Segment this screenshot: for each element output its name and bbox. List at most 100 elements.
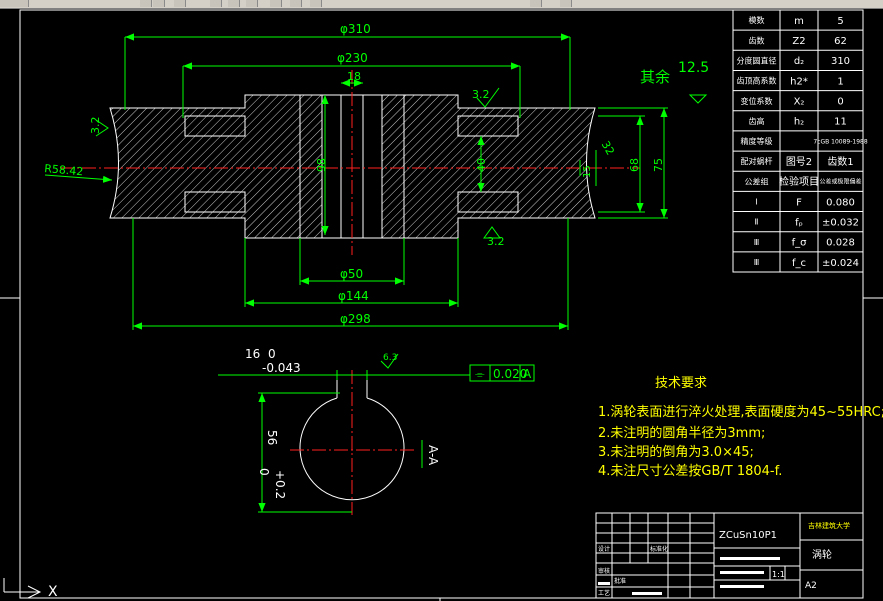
- param-cell-r3-c2: 1: [837, 76, 843, 87]
- tb-label-design: 设计: [598, 545, 610, 553]
- param-cell-r7-c0: 配对蜗杆: [741, 156, 773, 166]
- toolbar-icon-7[interactable]: [270, 0, 282, 7]
- tb-school: 吉林建筑大学: [808, 521, 850, 530]
- menu-tools[interactable]: [0, 0, 29, 7]
- title-block: ZCuSn10P1 吉林建筑大学 涡轮 1:1 A2 设计 标准化 审核 工艺 …: [595, 512, 864, 599]
- tb-material: ZCuSn10P1: [719, 530, 777, 541]
- dim-h98: 98: [315, 158, 328, 172]
- param-cell-r5-c0: 齿高: [749, 116, 765, 126]
- toolbar-icon-1[interactable]: [140, 0, 152, 7]
- dim-h40: 40: [475, 158, 488, 172]
- section-roughness: 6.3: [383, 353, 397, 363]
- section-label: A-A: [426, 445, 440, 466]
- param-cell-r12-c2: ±0.024: [822, 258, 859, 269]
- toolbar-icon-2[interactable]: [153, 0, 165, 7]
- section-texts: 16 0 -0.043 6.3 ⌯ 0.020 A 56 +0.2 0 A-A: [245, 347, 532, 499]
- tb-scale: 1:1: [772, 570, 785, 579]
- wheel-section-view: [60, 70, 640, 255]
- param-cell-r11-c1: f_σ: [792, 238, 808, 249]
- datum-label: A: [523, 367, 532, 381]
- dim-ra-top: 3.2: [472, 88, 490, 101]
- dim-d50: φ50: [340, 267, 363, 281]
- toolbar-icon-11[interactable]: [560, 0, 572, 7]
- toolbar-icon-8[interactable]: [290, 0, 302, 7]
- param-cell-r9-c2: 0.080: [826, 197, 855, 208]
- param-cell-r9-c1: F: [796, 197, 802, 208]
- tb-part-name: 涡轮: [812, 548, 832, 561]
- dim-w18: 18: [347, 70, 361, 83]
- param-cell-r1-c0: 齿数: [749, 35, 765, 45]
- toolbar-icon-6[interactable]: [246, 0, 258, 7]
- param-cell-r2-c0: 分度圆直径: [737, 55, 777, 65]
- dim-d298: φ298: [340, 312, 371, 326]
- key-tol-upper: 0: [268, 347, 276, 361]
- key-tol2-upper: +0.2: [273, 470, 287, 499]
- key-depth: 56: [265, 430, 279, 445]
- param-cell-r3-c0: 齿顶高系数: [737, 76, 777, 86]
- note-3: 3.未注明的倒角为3.0×45;: [598, 444, 754, 460]
- param-cell-r11-c0: Ⅲ: [754, 238, 760, 247]
- dim-r58: R58.42: [44, 162, 84, 178]
- param-cell-r9-c0: Ⅰ: [755, 198, 757, 207]
- param-cell-r10-c2: ±0.032: [822, 217, 859, 228]
- dim-r32: 32: [599, 139, 617, 158]
- key-width: 16: [245, 347, 260, 361]
- key-tol-lower: -0.043: [262, 361, 301, 375]
- param-cell-r1-c1: Z2: [792, 36, 805, 47]
- other-roughness-label: 其余: [640, 68, 670, 86]
- param-cell-r4-c1: X₂: [794, 97, 805, 108]
- param-cell-r8-c2: 公差或极限偏差: [819, 178, 861, 186]
- dim-d310: φ310: [340, 22, 371, 36]
- toolbar-icon-9[interactable]: [310, 0, 322, 7]
- param-cell-r5-c1: h₂: [794, 117, 804, 128]
- tb-size: A2: [805, 581, 817, 591]
- param-cell-r3-c1: h2*: [790, 76, 808, 87]
- param-cell-r12-c1: f_c: [792, 258, 806, 269]
- param-cell-r6-c2: 7cGB 10089-1988: [813, 138, 867, 145]
- param-cell-r7-c2: 齿数1: [827, 155, 853, 168]
- key-tol2-lower: 0: [257, 468, 271, 476]
- param-cell-r0-c1: m: [794, 16, 804, 27]
- dim-h68: 68: [628, 158, 641, 172]
- param-cell-r1-c2: 62: [834, 36, 847, 47]
- param-cell-r5-c2: 11: [834, 117, 847, 128]
- dim-ra-left: 3.2: [89, 117, 102, 135]
- parameter-table: 模数 m 5 齿数 Z2 62 分度圆直径 d₂ 310 齿顶高系数 h2* 1 变位系数 X₂ 0 齿高 h₂…: [732, 9, 868, 273]
- param-cell-r8-c1: 检验项目: [779, 175, 819, 188]
- toolbar-icon-5[interactable]: [228, 0, 240, 7]
- other-roughness-value: 12.5: [678, 60, 709, 76]
- dim-d230: φ230: [337, 51, 368, 65]
- param-cell-r10-c0: Ⅱ: [755, 218, 759, 227]
- param-cell-r2-c2: 310: [831, 56, 850, 67]
- drawing-canvas[interactable]: φ310 φ230 18 3.2 3.2 R58.42 98 40 32 68 …: [0, 8, 883, 601]
- ucs-x-label: X: [48, 584, 58, 600]
- dim-h15: 15: [582, 165, 593, 178]
- toolbar-icon-10[interactable]: [530, 0, 542, 7]
- tb-label-std: 标准化: [650, 545, 668, 553]
- param-cell-r8-c0: 公差组: [745, 176, 769, 186]
- tb-label-craft: 工艺: [598, 589, 610, 597]
- note-4: 4.未注尺寸公差按GB/T 1804-f.: [598, 464, 782, 479]
- dim-d144: φ144: [338, 289, 369, 303]
- param-cell-r4-c0: 变位系数: [741, 96, 773, 106]
- dim-ra-bottom: 3.2: [487, 235, 505, 248]
- param-cell-r12-c0: Ⅲ: [754, 258, 760, 267]
- param-cell-r0-c0: 模数: [749, 15, 765, 25]
- technical-notes: 技术要求 1.涡轮表面进行淬火处理,表面硬度为45~55HRC; 2.未注明的圆…: [598, 376, 883, 479]
- tb-label-check: 审核: [598, 567, 610, 575]
- note-2: 2.未注明的圆角半径为3mm;: [598, 425, 765, 441]
- tolerance-symbol: ⌯: [475, 367, 485, 381]
- dim-h75: 75: [652, 158, 665, 172]
- toolbar-icon-4[interactable]: [210, 0, 222, 7]
- tb-label-approve: 批准: [614, 577, 626, 585]
- param-cell-r10-c1: fₚ: [795, 217, 803, 228]
- param-cell-r0-c2: 5: [837, 16, 843, 27]
- param-cell-r11-c2: 0.028: [826, 238, 855, 249]
- toolbar-icon-3[interactable]: [174, 0, 186, 7]
- param-cell-r4-c2: 0: [837, 97, 843, 108]
- note-1: 1.涡轮表面进行淬火处理,表面硬度为45~55HRC;: [598, 404, 883, 420]
- notes-title: 技术要求: [655, 376, 707, 391]
- param-cell-r6-c0: 精度等级: [741, 136, 773, 146]
- param-cell-r7-c1: 图号2: [786, 156, 812, 168]
- param-cell-r2-c1: d₂: [794, 56, 804, 67]
